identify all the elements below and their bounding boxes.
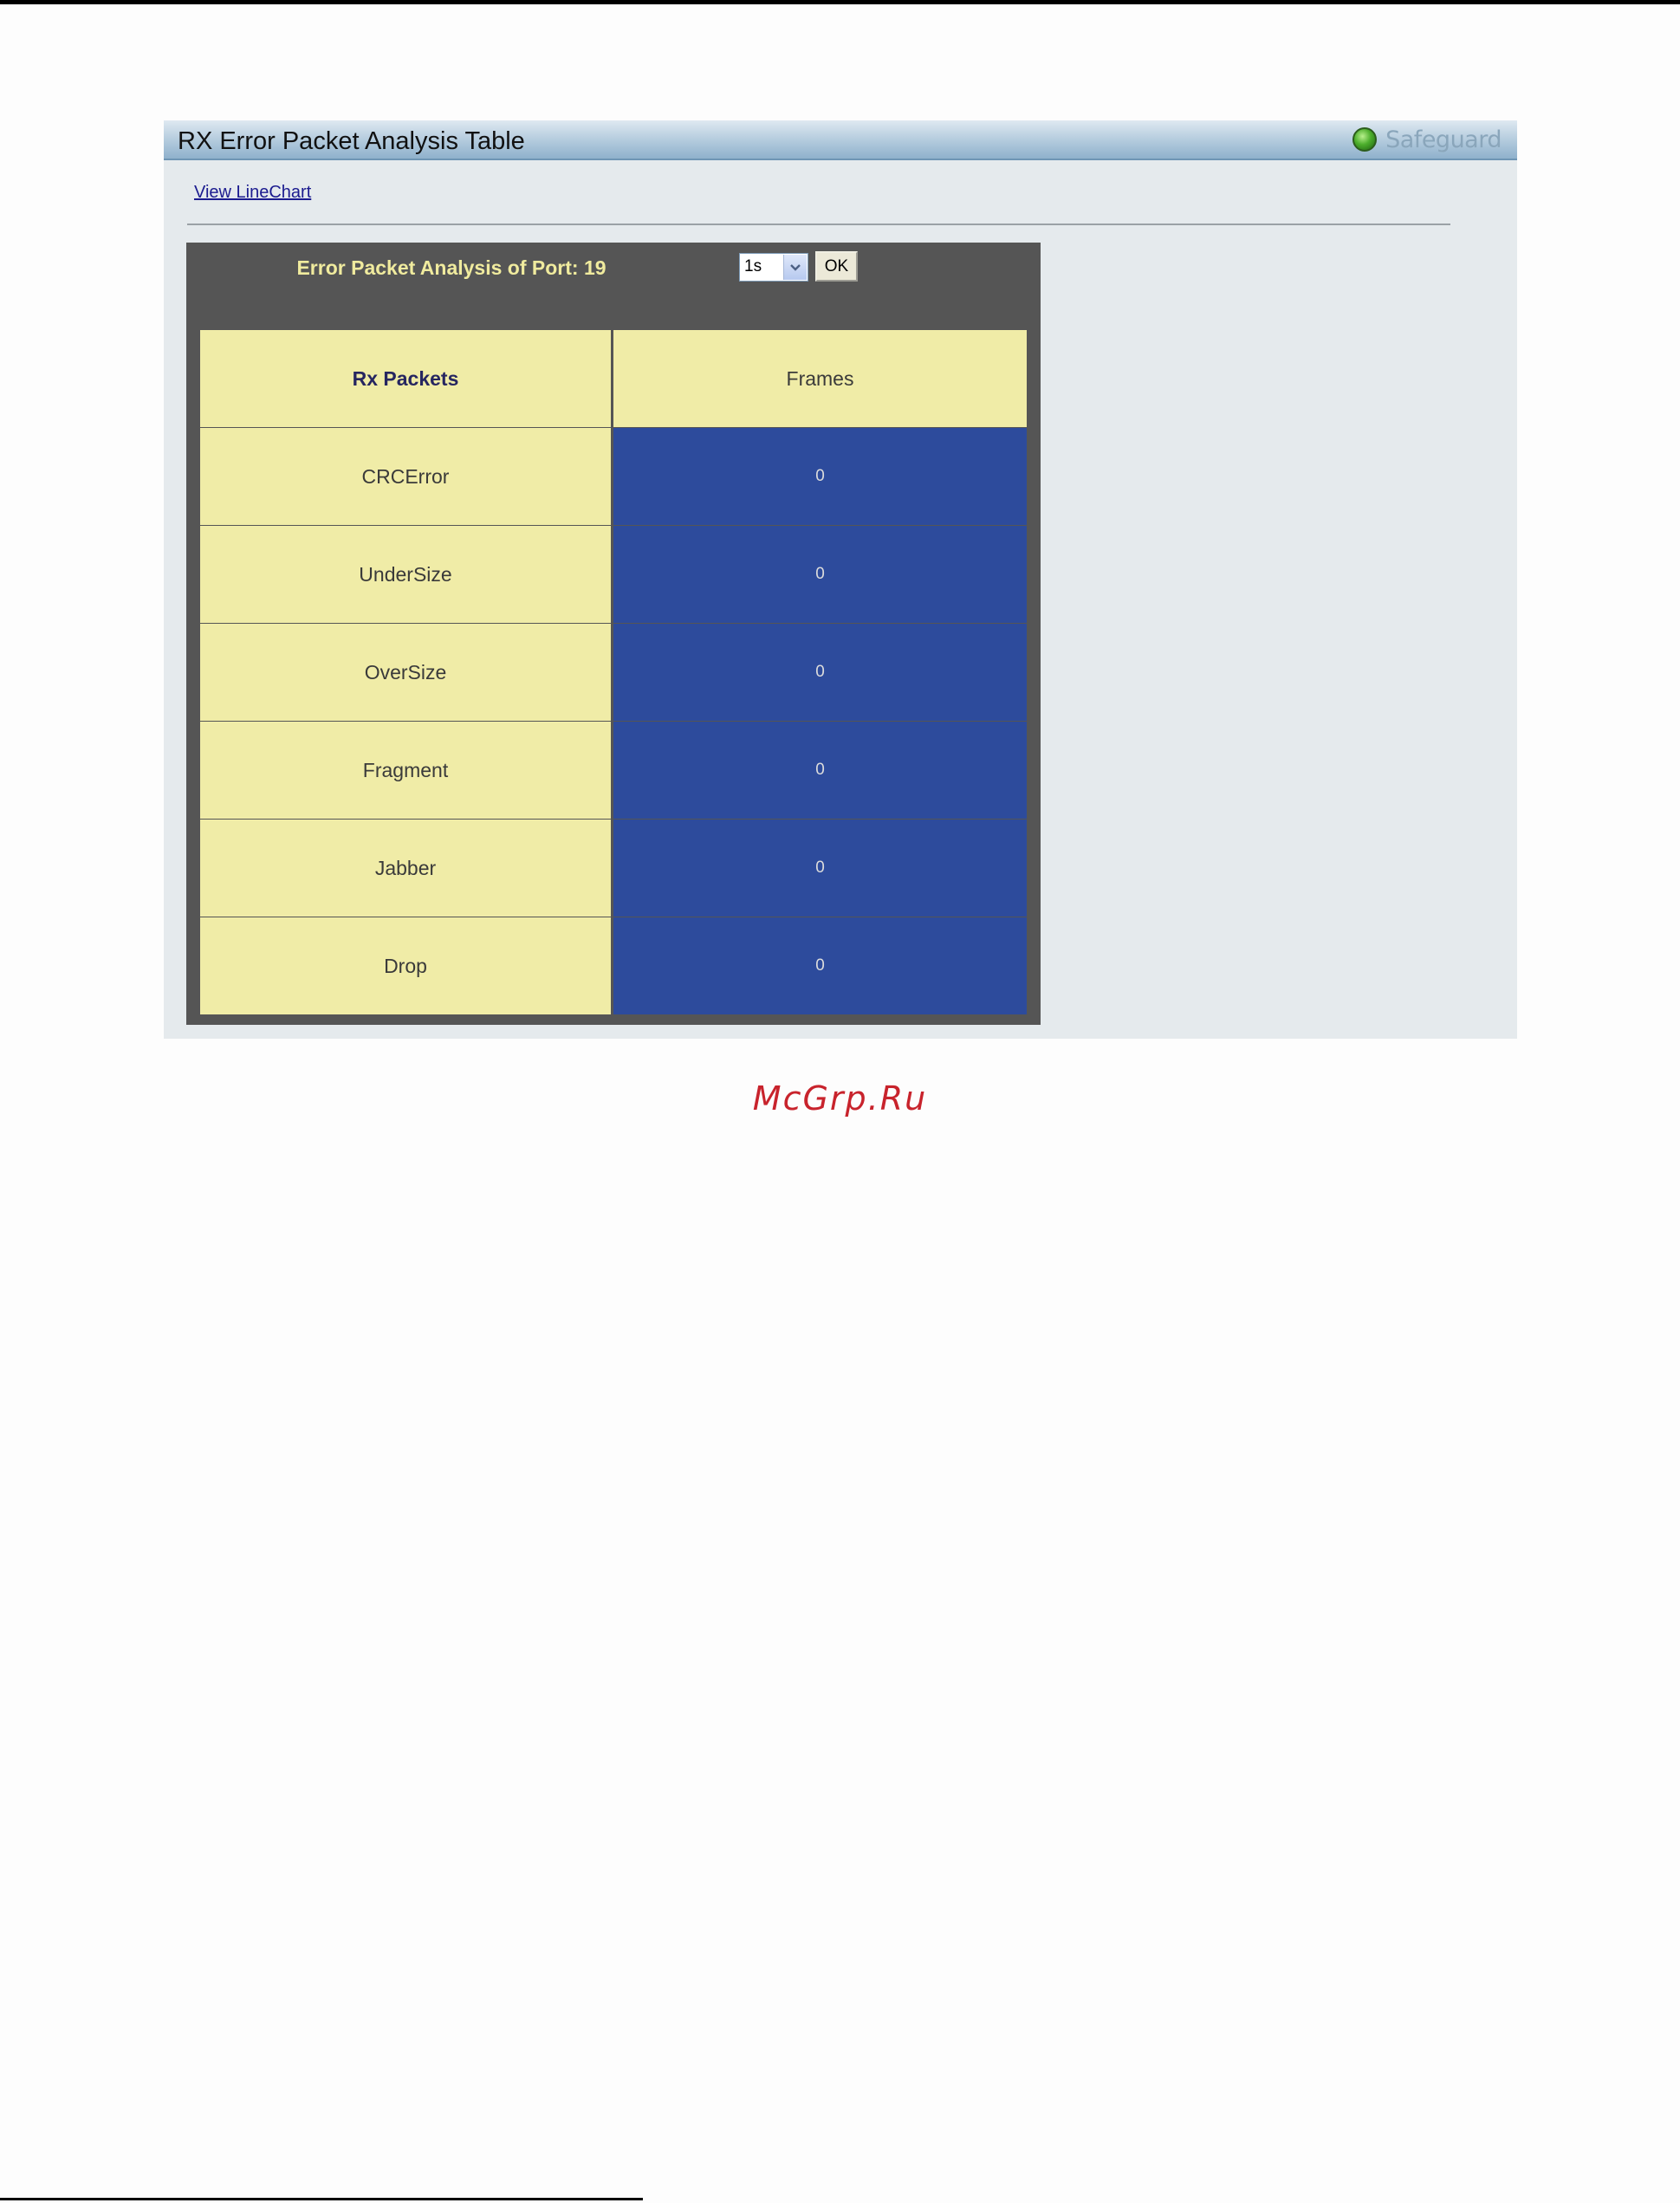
safeguard-status-icon — [1352, 127, 1378, 152]
chevron-down-icon[interactable] — [783, 255, 807, 280]
row-label-drop: Drop — [200, 917, 611, 1014]
row-label-jabber: Jabber — [200, 820, 611, 917]
page-title: RX Error Packet Analysis Table — [178, 127, 525, 155]
table-row: Fragment 0 — [200, 722, 1027, 819]
table-row: Jabber 0 — [200, 820, 1027, 917]
page-bottom-rule — [0, 2198, 643, 2200]
rx-error-panel: RX Error Packet Analysis Table Safeguard… — [164, 120, 1517, 1039]
panel-title-bar: RX Error Packet Analysis Table Safeguard — [164, 120, 1517, 160]
row-value-drop: 0 — [613, 917, 1027, 1014]
table-row: OverSize 0 — [200, 624, 1027, 721]
safeguard-indicator: Safeguard — [1352, 126, 1502, 153]
row-value-fragment: 0 — [613, 722, 1027, 819]
row-label-oversize: OverSize — [200, 624, 611, 721]
view-linechart-link[interactable]: View LineChart — [194, 183, 311, 203]
row-label-undersize: UnderSize — [200, 526, 611, 623]
ok-button[interactable]: OK — [815, 251, 858, 282]
table-row: CRCError 0 — [200, 428, 1027, 525]
error-packet-analysis-box: Error Packet Analysis of Port: 19 1s OK … — [186, 243, 1041, 1025]
safeguard-label: Safeguard — [1385, 126, 1502, 153]
table-header-row: Rx Packets Frames — [200, 330, 1027, 427]
watermark-text: McGrp.Ru — [752, 1079, 928, 1118]
row-value-oversize: 0 — [613, 624, 1027, 721]
page-top-rule — [0, 0, 1680, 4]
rx-packets-table: Rx Packets Frames CRCError 0 UnderSize 0… — [200, 330, 1027, 1014]
row-value-undersize: 0 — [613, 526, 1027, 623]
analysis-title: Error Packet Analysis of Port: 19 — [296, 256, 606, 279]
refresh-interval-select[interactable]: 1s — [739, 253, 808, 282]
row-value-crcerror: 0 — [613, 428, 1027, 525]
row-value-jabber: 0 — [613, 820, 1027, 917]
column-header-frames: Frames — [613, 330, 1027, 427]
row-label-fragment: Fragment — [200, 722, 611, 819]
refresh-interval-value: 1s — [744, 257, 762, 275]
table-row: Drop 0 — [200, 917, 1027, 1014]
table-row: UnderSize 0 — [200, 526, 1027, 623]
column-header-rx-packets: Rx Packets — [200, 330, 611, 427]
section-divider — [187, 224, 1450, 225]
row-label-crcerror: CRCError — [200, 428, 611, 525]
